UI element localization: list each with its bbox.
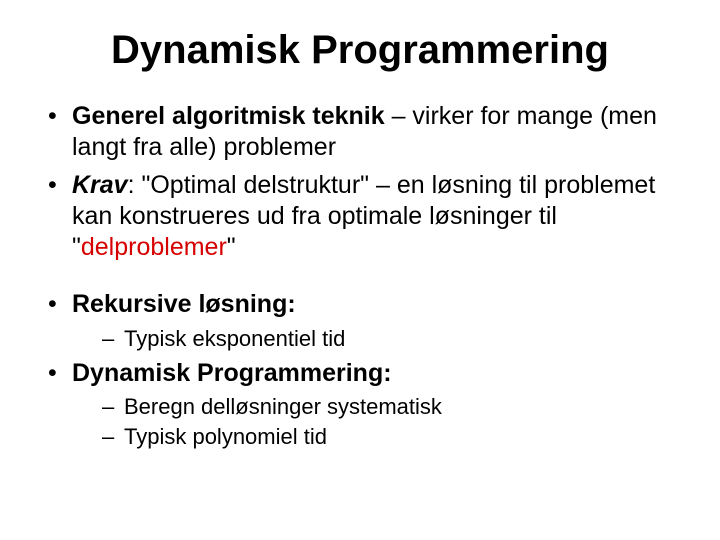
bullet-item-3: Rekursive løsning: Typisk eksponentiel t… bbox=[44, 289, 680, 352]
sub-item-4-2: Typisk polynomiel tid bbox=[102, 423, 680, 451]
bullet2-after: " bbox=[227, 233, 236, 261]
bullet-list: Generel algoritmisk teknik – virker for … bbox=[44, 101, 680, 263]
bullet2-label: Krav bbox=[72, 171, 128, 199]
bullet4-heading: Dynamisk Programmering: bbox=[72, 359, 392, 387]
sub-item-3-1: Typisk eksponentiel tid bbox=[102, 325, 680, 353]
bullet2-red: delproblemer bbox=[81, 233, 227, 261]
bullet-item-4: Dynamisk Programmering: Beregn delløsnin… bbox=[44, 358, 680, 450]
bullet3-heading: Rekursive løsning: bbox=[72, 290, 296, 318]
bullet-list-2: Rekursive løsning: Typisk eksponentiel t… bbox=[44, 289, 680, 450]
bullet1-bold: Generel algoritmisk teknik bbox=[72, 102, 385, 130]
bullet-item-2: Krav: "Optimal delstruktur" – en løsning… bbox=[44, 170, 680, 264]
sub-item-4-1: Beregn delløsninger systematisk bbox=[102, 393, 680, 421]
bullet-item-1: Generel algoritmisk teknik – virker for … bbox=[44, 101, 680, 164]
slide: Dynamisk Programmering Generel algoritmi… bbox=[0, 0, 720, 540]
sub-list-4: Beregn delløsninger systematisk Typisk p… bbox=[102, 393, 680, 450]
spacer bbox=[40, 269, 680, 289]
slide-title: Dynamisk Programmering bbox=[40, 28, 680, 73]
sub-list-3: Typisk eksponentiel tid bbox=[102, 325, 680, 353]
